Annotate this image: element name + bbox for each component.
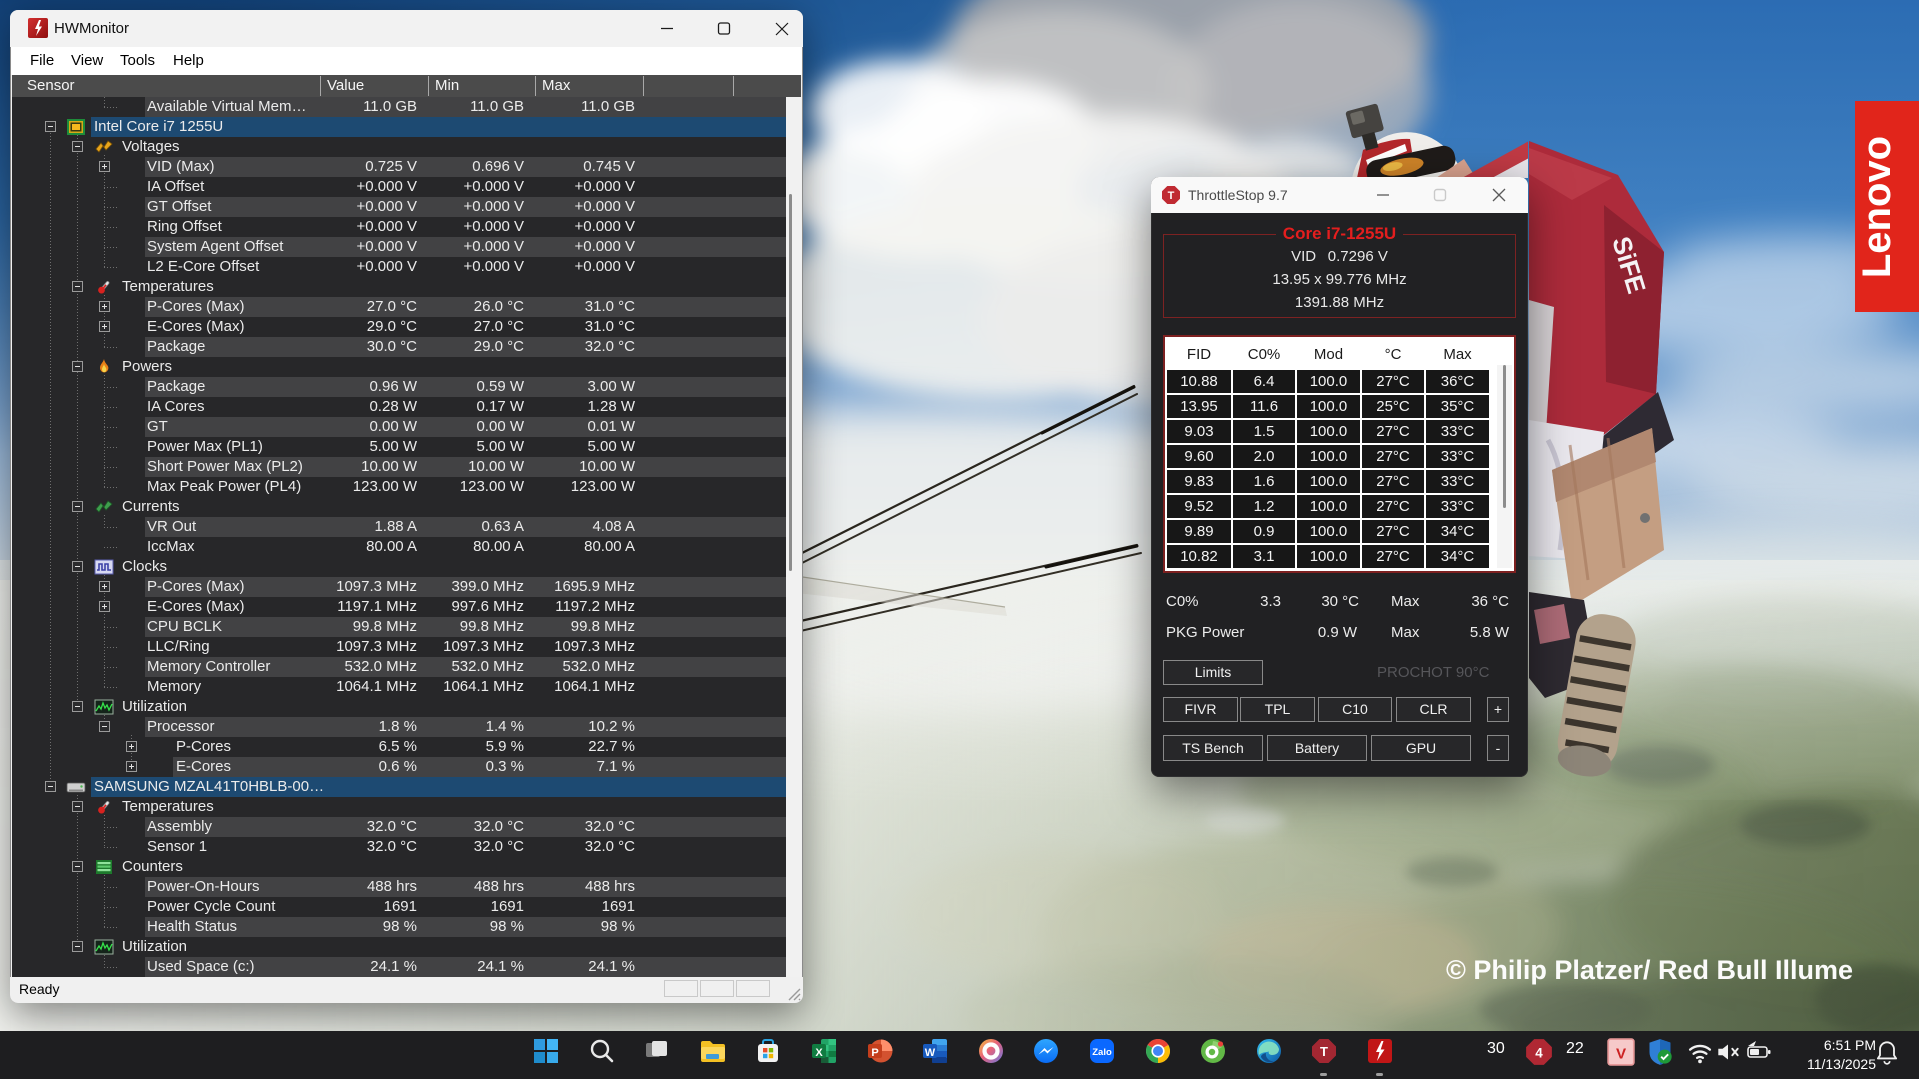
svg-text:P: P bbox=[871, 1047, 878, 1059]
svg-text:Lenovo: Lenovo bbox=[1855, 136, 1899, 278]
svg-text:T: T bbox=[1168, 190, 1175, 202]
svg-text:W: W bbox=[925, 1047, 936, 1059]
svg-text:X: X bbox=[815, 1047, 823, 1059]
svg-text:4: 4 bbox=[1535, 1046, 1543, 1061]
svg-text:V: V bbox=[1616, 1045, 1626, 1062]
svg-text:© Philip Platzer/ Red Bull Ill: © Philip Platzer/ Red Bull Illume bbox=[1446, 955, 1853, 985]
svg-text:Zalo: Zalo bbox=[1092, 1047, 1112, 1058]
svg-text:T: T bbox=[1320, 1044, 1328, 1059]
